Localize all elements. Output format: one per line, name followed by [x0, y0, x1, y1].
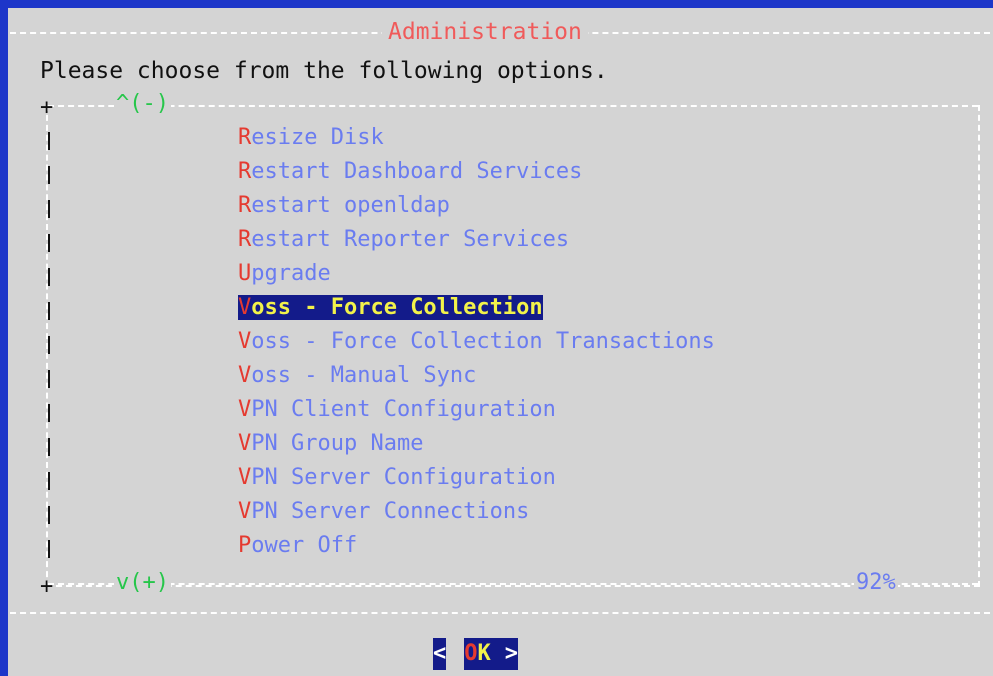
menu-item-resize-disk[interactable]: Resize Disk [238, 121, 715, 155]
menu-item-label: pgrade [251, 261, 331, 286]
menu-item-label: oss - Manual Sync [251, 363, 477, 388]
menu-item-hotkey: V [238, 499, 252, 524]
menu-item-hotkey: R [238, 125, 252, 150]
ok-button-left-bracket: < [433, 638, 447, 670]
menu-item-hotkey: V [238, 363, 252, 388]
menu-item-hotkey: V [238, 329, 252, 354]
scroll-up-indicator[interactable]: ^(-) [114, 92, 171, 116]
frame-corner-top-left: + [40, 95, 54, 120]
menu-item-vpn-server-connections[interactable]: VPN Server Connections [238, 495, 715, 529]
menu-item-voss-force-collection-transactions[interactable]: Voss - Force Collection Transactions [238, 325, 715, 359]
menu-item-restart-reporter-services[interactable]: Restart Reporter Services [238, 223, 715, 257]
menu-item-hotkey: V [238, 465, 252, 490]
menu-item-voss-force-collection[interactable]: Voss - Force Collection [238, 291, 715, 325]
menu-item-power-off[interactable]: Power Off [238, 529, 715, 563]
menu-item-hotkey: R [238, 193, 252, 218]
menu-item-label: PN Server Connections [251, 499, 530, 524]
ok-button-right-bracket: > [504, 638, 518, 670]
scroll-percent: 92% [854, 570, 898, 595]
options-menu: Resize Disk Restart Dashboard Services R… [238, 121, 715, 563]
menu-item-label: estart openldap [251, 193, 450, 218]
menu-left-border [44, 126, 56, 568]
menu-item-vpn-group-name[interactable]: VPN Group Name [238, 427, 715, 461]
ok-button-hotkey: O [464, 638, 478, 670]
menu-item-label: PN Group Name [251, 431, 424, 456]
ok-button[interactable]: < O K > [433, 638, 518, 670]
window-top-border [0, 0, 993, 8]
menu-item-vpn-server-configuration[interactable]: VPN Server Configuration [238, 461, 715, 495]
menu-frame-top [48, 105, 978, 107]
dialog-prompt: Please choose from the following options… [40, 58, 608, 84]
menu-item-label: estart Dashboard Services [251, 159, 583, 184]
menu-item-label: estart Reporter Services [251, 227, 570, 252]
button-row: < O K > [433, 638, 518, 670]
dialog-title: Administration [382, 18, 588, 46]
administration-dialog: Administration Please choose from the fo… [8, 8, 993, 676]
button-separator [10, 612, 990, 614]
menu-item-hotkey: R [238, 227, 252, 252]
menu-item-label: PN Server Configuration [251, 465, 556, 490]
menu-item-voss-manual-sync[interactable]: Voss - Manual Sync [238, 359, 715, 393]
menu-item-hotkey: R [238, 159, 252, 184]
scroll-down-indicator[interactable]: v(+) [114, 571, 171, 595]
frame-corner-bottom-left: + [40, 574, 54, 599]
ok-button-label: K [477, 638, 491, 670]
menu-item-upgrade[interactable]: Upgrade [238, 257, 715, 291]
menu-item-label: oss - Force Collection [251, 295, 543, 320]
menu-item-hotkey: V [238, 295, 252, 320]
menu-item-label: PN Client Configuration [251, 397, 556, 422]
menu-item-label: ower Off [251, 533, 358, 558]
menu-item-hotkey: U [238, 261, 252, 286]
menu-item-restart-openldap[interactable]: Restart openldap [238, 189, 715, 223]
menu-item-hotkey: P [238, 533, 252, 558]
menu-item-hotkey: V [238, 431, 252, 456]
menu-item-label: oss - Force Collection Transactions [251, 329, 715, 354]
menu-item-restart-dashboard-services[interactable]: Restart Dashboard Services [238, 155, 715, 189]
menu-item-vpn-client-configuration[interactable]: VPN Client Configuration [238, 393, 715, 427]
menu-item-label: esize Disk [251, 125, 384, 150]
menu-item-hotkey: V [238, 397, 252, 422]
menu-frame-bottom [48, 583, 978, 585]
window-left-border [0, 0, 8, 676]
